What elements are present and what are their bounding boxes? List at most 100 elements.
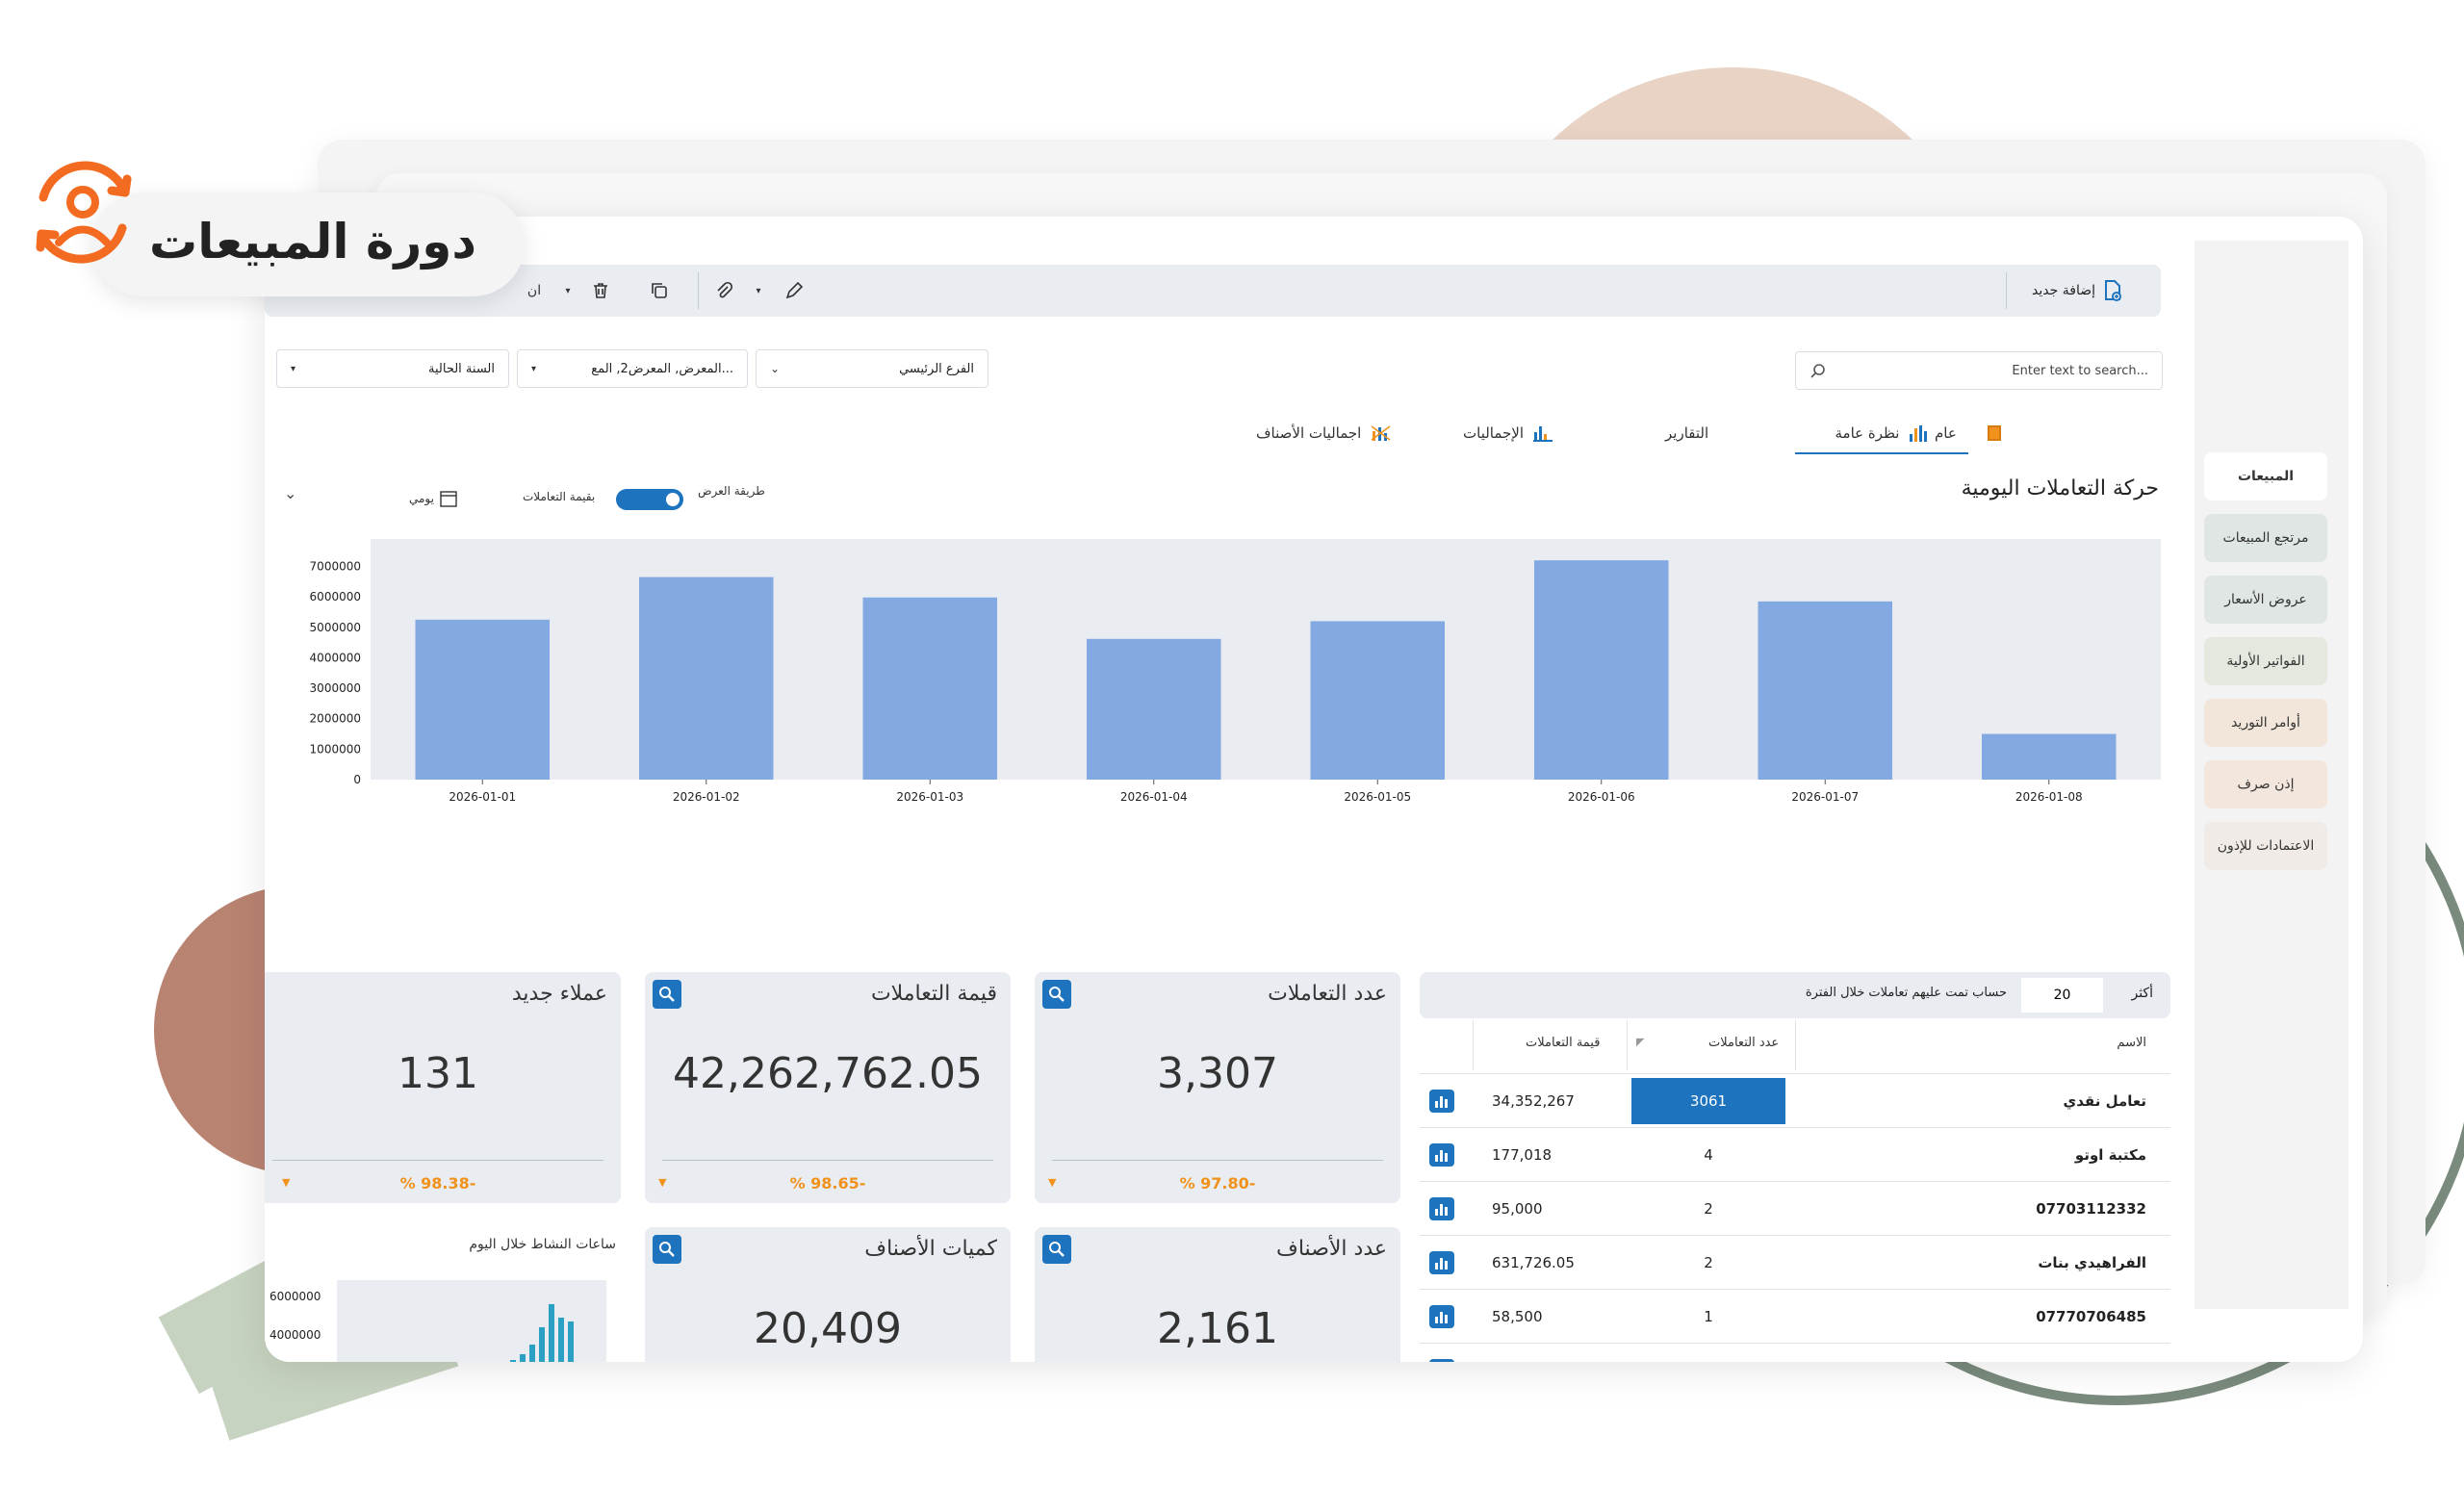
row-name: مكتبة اوتو (2074, 1146, 2146, 1164)
tab-overview[interactable]: نظرة عامة (1795, 414, 1968, 454)
table-row[interactable]: 95,000 2 07703112332 (1420, 1181, 2170, 1236)
top-accounts-header: أكثر 20 حساب تمت عليهم تعاملات خلال الفت… (1420, 972, 2170, 1018)
row-chart-icon[interactable] (1429, 1305, 1454, 1328)
sidebar-item[interactable]: إذن صرف (2204, 760, 2327, 808)
sidebar-item[interactable]: المبيعات (2204, 452, 2327, 500)
brand-logo (14, 149, 149, 274)
column-divider (1627, 1020, 1628, 1070)
row-count: 1 (1631, 1347, 1785, 1362)
sidebar-item[interactable]: عروض الأسعار (2204, 576, 2327, 624)
sidebar: المبيعات مرتجع المبيعات عروض الأسعار الفوات… (2194, 241, 2348, 1309)
delete-button[interactable] (586, 276, 615, 305)
document-icon (1987, 425, 2001, 441)
sidebar-item[interactable]: الفواتير الأولية (2204, 637, 2327, 685)
row-chart-icon[interactable] (1429, 1251, 1454, 1274)
chart-bar[interactable] (1758, 601, 1893, 780)
chart-bar[interactable] (1087, 638, 1221, 780)
unit-select[interactable]: يومي (409, 486, 457, 511)
kpi-search-button[interactable] (1042, 1235, 1071, 1264)
chevron-down-icon: ⌄ (770, 362, 781, 375)
row-chart-icon[interactable] (1429, 1197, 1454, 1220)
x-tick-label: 2026-01-02 (673, 790, 740, 804)
kpi-value: 2,161 (1157, 1304, 1278, 1353)
tab-item-totals[interactable]: اجماليات الأصناف (1256, 414, 1392, 452)
branch-select-value: الفرع الرئيسي (899, 361, 974, 376)
row-chart-icon[interactable] (1429, 1359, 1454, 1362)
row-value: 59,000 (1492, 1344, 1543, 1362)
chart-bar[interactable] (1534, 560, 1669, 780)
kpi-card-transactions-count: عدد التعاملات 3,307 ▼ % 97.80- (1035, 972, 1400, 1203)
chart-bar[interactable] (415, 619, 551, 780)
chart-bar[interactable] (1982, 733, 2117, 780)
chart-collapse-button[interactable]: ⌄ (284, 484, 309, 509)
kpi-divider (662, 1160, 993, 1161)
top-count-value: 20 (2053, 988, 2071, 1003)
activity-bar (539, 1327, 545, 1362)
file-plus-icon (2105, 280, 2121, 301)
kpi-title: كميات الأصناف (864, 1237, 997, 1261)
chart-bar[interactable] (1310, 621, 1446, 780)
kpi-card-transactions-value: قيمة التعاملات 42,262,762.05 ▼ % 98.65- (645, 972, 1011, 1203)
table-row[interactable]: 34,352,267 3061 تعامل نقدي (1420, 1073, 2170, 1128)
kpi-search-button[interactable] (653, 1235, 681, 1264)
more-button[interactable]: ان (520, 276, 549, 305)
brand-badge: دورة المبيعات (91, 192, 525, 296)
sidebar-item[interactable]: مرتجع المبيعات (2204, 514, 2327, 562)
table-row[interactable]: 631,726.05 2 الفراهيدي بنات (1420, 1235, 2170, 1290)
bar-chart-icon (1533, 426, 1553, 442)
activity-bar (568, 1321, 574, 1362)
customer-cycle-icon (36, 161, 132, 264)
daily-transactions-chart: 0 1000000 2000000 3000000 4000000 5000000 6000… (310, 539, 2161, 804)
table-header-row: الاسم عدد التعاملات ◤ قيمة التعاملات (1420, 1020, 2170, 1070)
sidebar-item[interactable]: أوامر التوريد (2204, 699, 2327, 747)
kpi-search-button[interactable] (1042, 980, 1071, 1009)
chart-bar[interactable] (862, 597, 998, 780)
row-name: 07703112332 (2036, 1200, 2146, 1218)
copy-button[interactable] (645, 276, 674, 305)
kpi-card-items-quantity: كميات الأصناف 20,409 (645, 1227, 1011, 1362)
value-toggle[interactable] (616, 489, 683, 510)
filter-icon[interactable]: ◤ (1636, 1036, 1644, 1048)
branch-select[interactable]: ⌄ الفرع الرئيسي (756, 349, 988, 388)
x-tick-label: 2026-01-07 (1791, 790, 1859, 804)
x-tick-label: 2026-01-06 (1568, 790, 1635, 804)
column-header-count[interactable]: عدد التعاملات (1708, 1036, 1779, 1050)
app-window: إضافة جديد ▾ ▾ ان Enter text to search..… (265, 217, 2363, 1362)
period-select[interactable]: ▾ السنة الحالية (276, 349, 509, 388)
sidebar-item[interactable]: الاعتمادات للإذون (2204, 822, 2327, 870)
kpi-search-button[interactable] (653, 980, 681, 1009)
search-icon (1049, 987, 1065, 1002)
trash-icon (594, 283, 607, 298)
chart-bar[interactable] (639, 577, 774, 780)
top-count-input[interactable]: 20 (2021, 978, 2103, 1013)
x-tick-label: 2026-01-01 (449, 790, 516, 804)
activity-panel: ساعات النشاط خلال اليوم 6000000 4000000 (265, 1227, 621, 1362)
kpi-card-items-count: عدد الأصناف 2,161 (1035, 1227, 1400, 1362)
column-header-name[interactable]: الاسم (2117, 1036, 2146, 1050)
search-box[interactable]: Enter text to search... (1795, 351, 2163, 390)
table-row[interactable]: 58,500 1 07770706485 (1420, 1289, 2170, 1344)
row-value: 34,352,267 (1492, 1092, 1575, 1110)
totals-tab-label: الإجماليات (1463, 424, 1525, 442)
y-tick-label: 1000000 (310, 742, 361, 756)
calendar-icon (440, 491, 457, 507)
y-tick-label: 7000000 (310, 559, 361, 573)
tab-reports[interactable]: التقارير (1665, 414, 1708, 452)
table-row[interactable]: 59,000 1 07703178321 (1420, 1343, 2170, 1362)
add-new-button[interactable]: إضافة جديد (2032, 276, 2122, 305)
more-dropdown-button[interactable]: ▾ (553, 276, 582, 305)
row-value: 631,726.05 (1492, 1254, 1575, 1271)
edit-button[interactable] (780, 276, 808, 305)
attach-dropdown-button[interactable]: ▾ (744, 276, 773, 305)
tab-totals[interactable]: الإجماليات (1463, 414, 1553, 452)
showroom-select[interactable]: ▾ المعرض, المعرض2, المع... (517, 349, 748, 388)
kpi-divider (1052, 1160, 1383, 1161)
attach-button[interactable] (709, 276, 738, 305)
brand-title: دورة المبيعات (149, 214, 476, 269)
toggle-knob (666, 493, 680, 506)
row-chart-icon[interactable] (1429, 1143, 1454, 1167)
chart-section-title: حركة التعاملات اليومية (1961, 476, 2159, 500)
row-chart-icon[interactable] (1429, 1090, 1454, 1113)
table-row[interactable]: 177,018 4 مكتبة اوتو (1420, 1127, 2170, 1182)
column-header-value[interactable]: قيمة التعاملات (1526, 1036, 1600, 1050)
